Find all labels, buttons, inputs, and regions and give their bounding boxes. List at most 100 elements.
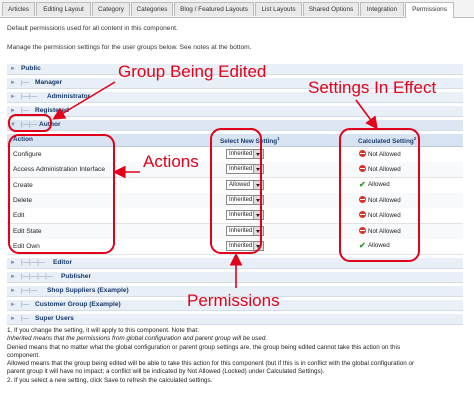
group-row-publisher[interactable]: ► |—|—|—|— Publisher <box>7 272 463 283</box>
tab-categories[interactable]: Categories <box>131 2 173 16</box>
action-label: Edit <box>13 212 25 220</box>
dropdown-arrow-icon[interactable] <box>253 165 263 174</box>
tree-indent: |—|—|—|— <box>21 273 54 280</box>
setting-select[interactable]: Inherited <box>226 210 264 221</box>
tab-shared-options[interactable]: Shared Options <box>303 2 359 16</box>
tree-indent: |—|— <box>21 287 38 294</box>
dropdown-arrow-icon[interactable] <box>253 180 263 189</box>
tab-blog-featured-layouts[interactable]: Blog / Featured Layouts <box>174 2 254 16</box>
group-row-super-users[interactable]: ► |— Super Users <box>7 314 463 325</box>
note-line: Allowed means that the group being edite… <box>7 360 415 368</box>
permission-row: Create Allowed ✔ Allowed <box>7 177 463 194</box>
permission-row: Edit Own Inherited ✔ Allowed <box>7 238 463 255</box>
check-icon: ✔ <box>359 179 366 189</box>
col-action-header: Action <box>13 136 33 143</box>
expand-arrow-icon: ► <box>10 80 16 86</box>
group-name: Author <box>39 121 61 128</box>
not-allowed-icon <box>359 226 366 234</box>
group-name: Public <box>21 65 41 72</box>
tree-indent: |— <box>21 107 30 114</box>
setting-select[interactable]: Inherited <box>226 240 264 251</box>
group-row-editor[interactable]: ► |—|—|— Editor <box>7 258 463 269</box>
setting-value: Inherited <box>229 242 253 249</box>
group-name: Administrator <box>47 93 91 100</box>
setting-value: Inherited <box>229 212 253 219</box>
not-allowed-icon <box>359 150 366 157</box>
group-name: Customer Group (Example) <box>35 301 121 308</box>
permission-row: Delete Inherited Not Allowed <box>7 192 463 209</box>
calculated-value: Not Allowed <box>368 212 401 220</box>
annotation-permissions: Permissions <box>187 291 280 310</box>
group-name: Manager <box>35 79 63 86</box>
dropdown-arrow-icon[interactable] <box>253 150 263 158</box>
calculated-value: Not Allowed <box>368 166 401 174</box>
action-label: Create <box>13 181 33 189</box>
col-calc-header: Calculated Setting2 <box>358 136 416 145</box>
group-name: Super Users <box>35 315 74 322</box>
calculated-setting: ✔ Allowed <box>359 179 390 189</box>
calculated-setting: Not Allowed <box>359 150 401 158</box>
dropdown-arrow-icon[interactable] <box>253 211 263 220</box>
setting-select[interactable]: Inherited <box>226 149 264 159</box>
action-label: Access Administration Interface <box>13 166 105 174</box>
action-label: Configure <box>13 151 42 158</box>
setting-value: Inherited <box>229 166 253 173</box>
setting-select[interactable]: Inherited <box>226 225 264 236</box>
permissions-table-header: Action Select New Setting1 Calculated Se… <box>7 134 463 147</box>
group-row-registered[interactable]: ► |— Registered <box>7 106 463 117</box>
not-allowed-icon <box>359 165 366 173</box>
tab-editing-layout[interactable]: Editing Layout <box>36 2 91 16</box>
tree-indent: |—|— <box>21 93 38 100</box>
intro-default-permissions: Default permissions used for all content… <box>7 25 178 32</box>
note-ref-1: 1 <box>277 136 280 141</box>
setting-value: Inherited <box>229 196 253 203</box>
note-line: 2. If you select a new setting, click Sa… <box>7 376 213 384</box>
tab-list-layouts[interactable]: List Layouts <box>255 2 302 16</box>
not-allowed-icon <box>359 211 366 219</box>
note-line: Inherited means that the permissions fro… <box>7 335 268 343</box>
action-label: Edit State <box>13 227 42 235</box>
tree-indent: |—|—|— <box>21 259 46 266</box>
permission-row: Configure Inherited Not Allowed <box>7 147 463 163</box>
calculated-setting: ✔ Allowed <box>359 240 390 250</box>
setting-value: Inherited <box>229 151 253 157</box>
dropdown-arrow-icon[interactable] <box>253 226 263 235</box>
group-name: Registered <box>35 107 70 114</box>
tree-indent: |— <box>21 79 30 86</box>
setting-select[interactable]: Inherited <box>226 194 264 205</box>
calculated-value: Not Allowed <box>368 151 401 158</box>
tab-category[interactable]: Category <box>92 2 130 16</box>
expand-arrow-icon: ► <box>10 302 16 308</box>
setting-select[interactable]: Allowed <box>226 179 264 190</box>
group-name: Publisher <box>61 273 92 280</box>
action-label: Delete <box>13 196 33 204</box>
tree-indent: |— <box>21 315 30 322</box>
dropdown-arrow-icon[interactable] <box>253 195 263 204</box>
note-line: 1. If you change the setting, it will ap… <box>7 327 199 334</box>
tab-bar: Articles Editing Layout Category Categor… <box>0 0 474 18</box>
expand-arrow-icon: ► <box>10 274 16 280</box>
group-row-author[interactable]: ▼ |—|— Author <box>7 120 463 131</box>
annotation-group-being-edited: Group Being Edited <box>118 62 267 81</box>
calculated-value: Not Allowed <box>368 196 401 204</box>
setting-value: Allowed <box>229 181 251 188</box>
permission-row: Edit State Inherited Not Allowed <box>7 223 463 240</box>
annotation-settings-in-effect: Settings In Effect <box>308 78 437 97</box>
calculated-setting: Not Allowed <box>359 195 401 204</box>
not-allowed-icon <box>359 195 366 203</box>
dropdown-arrow-icon[interactable] <box>253 241 263 250</box>
calculated-setting: Not Allowed <box>359 211 401 219</box>
group-name: Shop Suppliers (Example) <box>47 287 129 294</box>
tab-permissions[interactable]: Permissions <box>405 2 454 18</box>
permission-notes: 1. If you change the setting, it will ap… <box>7 327 465 385</box>
annotation-actions: Actions <box>143 152 199 171</box>
calculated-value: Not Allowed <box>368 227 401 235</box>
note-line: component. <box>7 351 40 359</box>
tab-articles[interactable]: Articles <box>2 2 35 16</box>
tree-indent: |— <box>21 301 30 308</box>
action-label: Edit Own <box>13 242 40 250</box>
setting-select[interactable]: Inherited <box>226 164 264 175</box>
check-icon: ✔ <box>359 240 366 250</box>
col-setting-label: Select New Setting <box>220 138 278 146</box>
tab-integration[interactable]: Integration <box>360 2 404 16</box>
